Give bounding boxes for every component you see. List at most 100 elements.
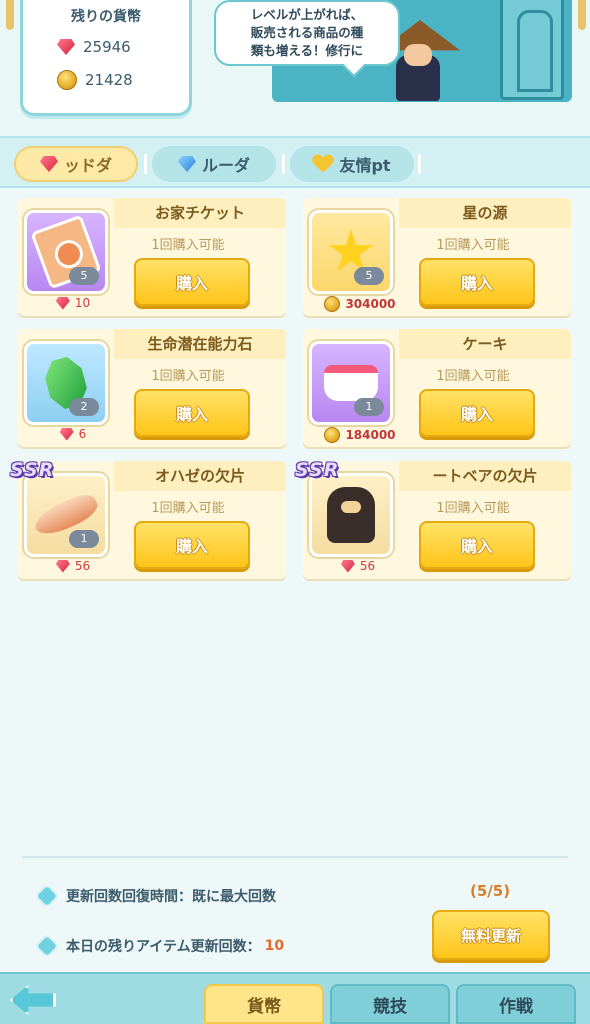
item-name: 生命潜在能力石 bbox=[114, 329, 286, 359]
tab-currency[interactable]: 貨幣 bbox=[204, 984, 324, 1024]
purchase-limit: 1回購入可能 bbox=[151, 238, 225, 253]
tab-separator bbox=[282, 154, 285, 174]
item-name: お家チケット bbox=[114, 198, 286, 228]
shop-item-card: 生命潜在能力石 2 1回購入可能 購入 6 bbox=[18, 329, 286, 447]
tab-friendship-points[interactable]: 友情pt bbox=[290, 146, 414, 182]
back-button[interactable] bbox=[4, 980, 62, 1020]
bear-icon bbox=[327, 487, 375, 543]
bullet-icon bbox=[37, 936, 57, 956]
buy-button[interactable]: 購入 bbox=[134, 521, 250, 569]
speech-line: 類も増える！修行に bbox=[250, 43, 364, 58]
tab-label: ッドダ bbox=[63, 156, 112, 175]
coin-icon bbox=[57, 70, 77, 90]
item-icon-box[interactable]: 1 bbox=[24, 473, 108, 557]
purchase-limit: 1回購入可能 bbox=[151, 501, 225, 516]
back-arrow-icon bbox=[10, 985, 56, 1015]
buy-button[interactable]: 購入 bbox=[134, 258, 250, 306]
price-value: 56 bbox=[74, 559, 91, 573]
purchase-limit: 1回購入可能 bbox=[436, 238, 510, 253]
ssr-rarity-tag: SSR bbox=[295, 459, 340, 481]
tab-strategy[interactable]: 作戦 bbox=[456, 984, 576, 1024]
purchase-limit: 1回購入可能 bbox=[436, 501, 510, 516]
free-refresh-button[interactable]: 無料更新 bbox=[432, 910, 550, 960]
bullet-icon bbox=[37, 886, 57, 906]
item-name: ートベアの欠片 bbox=[399, 461, 571, 491]
tab-separator bbox=[418, 154, 421, 174]
refresh-remaining-value: 10 bbox=[264, 938, 285, 954]
item-price: 184000 bbox=[315, 427, 405, 443]
red-gem-icon bbox=[60, 428, 74, 441]
item-name: 星の源 bbox=[399, 198, 571, 228]
quantity-badge: 1 bbox=[69, 530, 99, 548]
gem-balance: 25946 bbox=[83, 38, 131, 56]
shop-item-card: ケーキ 1 1回購入可能 購入 184000 bbox=[303, 329, 571, 447]
item-price: 10 bbox=[38, 296, 108, 310]
item-icon-box[interactable] bbox=[309, 473, 393, 557]
price-value: 184000 bbox=[345, 428, 396, 442]
purchase-limit: 1回購入可能 bbox=[151, 369, 225, 384]
tab-label: ルーダ bbox=[201, 156, 250, 175]
currency-panel-title: 残りの貨幣 bbox=[71, 9, 141, 25]
quantity-badge: 2 bbox=[69, 398, 99, 416]
red-gem-icon bbox=[341, 560, 355, 573]
tab-separator bbox=[144, 154, 147, 174]
item-price: 304000 bbox=[315, 296, 405, 312]
red-gem-icon bbox=[40, 156, 58, 172]
item-name: オハゼの欠片 bbox=[114, 461, 286, 491]
coin-balance: 21428 bbox=[85, 71, 133, 89]
cake-icon bbox=[324, 365, 378, 401]
quantity-badge: 5 bbox=[69, 267, 99, 285]
red-gem-icon bbox=[56, 297, 70, 310]
coin-balance-row: 21428 bbox=[57, 70, 133, 90]
price-value: 304000 bbox=[345, 297, 396, 311]
buy-button[interactable]: 購入 bbox=[419, 258, 535, 306]
red-gem-icon bbox=[56, 560, 70, 573]
ssr-rarity-tag: SSR bbox=[10, 459, 55, 481]
tassel-decoration bbox=[578, 0, 586, 30]
tab-blue-gems[interactable]: ルーダ bbox=[152, 146, 276, 182]
item-icon-box[interactable]: 5 bbox=[24, 210, 108, 294]
quantity-badge: 5 bbox=[354, 267, 384, 285]
price-value: 10 bbox=[74, 296, 91, 310]
heart-icon bbox=[313, 155, 333, 173]
item-icon-box[interactable]: 2 bbox=[24, 341, 108, 425]
tassel-decoration bbox=[6, 0, 14, 30]
tab-arena[interactable]: 競技 bbox=[330, 984, 450, 1024]
speech-line: レベルが上がれば、 bbox=[250, 7, 364, 22]
item-price: 56 bbox=[323, 559, 393, 573]
refresh-recovery-label: 更新回数回復時間：既に最大回数 bbox=[66, 889, 276, 905]
item-price: 6 bbox=[38, 427, 108, 441]
item-price: 56 bbox=[38, 559, 108, 573]
refresh-recovery-row: 更新回数回復時間：既に最大回数 bbox=[37, 886, 276, 906]
buy-button[interactable]: 購入 bbox=[419, 521, 535, 569]
npc-face bbox=[404, 44, 432, 66]
shop-item-card: ートベアの欠片 SSR 1回購入可能 購入 56 bbox=[295, 459, 571, 579]
coin-icon bbox=[324, 296, 341, 312]
refresh-count: (5/5) bbox=[470, 882, 511, 900]
gem-balance-row: 25946 bbox=[57, 38, 131, 56]
item-icon-box[interactable]: 5 bbox=[309, 210, 393, 294]
currency-tab-bar: ッドダ ルーダ 友情pt bbox=[0, 136, 590, 188]
shop-item-card: オハゼの欠片 1 SSR 1回購入可能 購入 56 bbox=[10, 459, 286, 579]
blue-gem-icon bbox=[177, 156, 196, 172]
npc-speech-bubble: レベルが上がれば、 販売される商品の種 類も増える！修行に bbox=[214, 0, 400, 66]
price-value: 56 bbox=[359, 559, 376, 573]
currency-panel: 残りの貨幣 25946 21428 bbox=[20, 0, 192, 116]
quantity-badge: 1 bbox=[354, 398, 384, 416]
red-gem-icon bbox=[57, 39, 75, 55]
buy-button[interactable]: 購入 bbox=[419, 389, 535, 437]
tab-red-gems[interactable]: ッドダ bbox=[14, 146, 138, 182]
price-value: 6 bbox=[78, 427, 87, 441]
coin-icon bbox=[324, 427, 341, 443]
tab-label: 友情pt bbox=[339, 156, 391, 175]
shop-item-card: 星の源 5 1回購入可能 購入 304000 bbox=[303, 198, 571, 316]
refresh-remaining-row: 本日の残りアイテム更新回数： 10 bbox=[37, 936, 285, 956]
purchase-limit: 1回購入可能 bbox=[436, 369, 510, 384]
item-name: ケーキ bbox=[399, 329, 571, 359]
item-icon-box[interactable]: 1 bbox=[309, 341, 393, 425]
shop-item-card: お家チケット 5 1回購入可能 購入 10 bbox=[18, 198, 286, 316]
speech-line: 販売される商品の種 bbox=[250, 25, 364, 40]
refresh-remaining-label: 本日の残りアイテム更新回数： bbox=[66, 939, 261, 955]
window-decoration bbox=[500, 0, 564, 100]
buy-button[interactable]: 購入 bbox=[134, 389, 250, 437]
